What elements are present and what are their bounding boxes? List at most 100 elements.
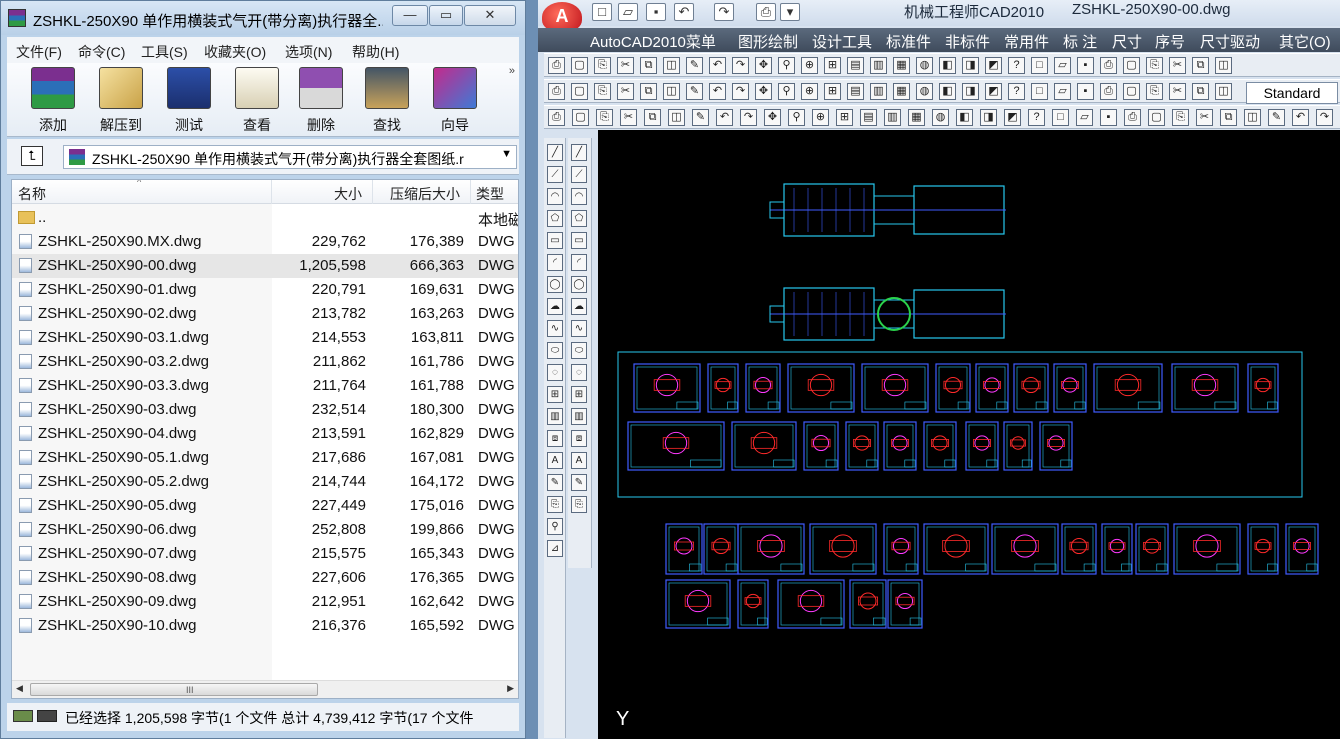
layers-tool-18-icon[interactable]: ◧ (956, 109, 973, 126)
standard-tool-2-icon[interactable]: ▢ (571, 57, 588, 74)
layers-tool-13-icon[interactable]: ⊞ (836, 109, 853, 126)
properties-tool-4-icon[interactable]: ✂ (617, 83, 634, 100)
layers-tool-31-icon[interactable]: ✎ (1268, 109, 1285, 126)
standard-tool-25-icon[interactable]: ⎙ (1100, 57, 1117, 74)
print-icon[interactable]: ⎙ (756, 3, 776, 21)
standard-tool-5-icon[interactable]: ⧉ (640, 57, 657, 74)
modify-tool-11-icon[interactable]: ◌ (571, 364, 587, 381)
file-row[interactable]: ZSHKL-250X90-03.3.dwg 211,764 161,788 DWG (12, 374, 518, 398)
properties-tool-7-icon[interactable]: ✎ (686, 83, 703, 100)
draw-tool-6-icon[interactable]: ◜ (547, 254, 563, 271)
properties-tool-11-icon[interactable]: ⚲ (778, 83, 795, 100)
wizard-button[interactable]: 向导 (423, 65, 487, 135)
draw-tool-12-icon[interactable]: ⊞ (547, 386, 563, 403)
properties-tool-15-icon[interactable]: ▥ (870, 83, 887, 100)
file-row[interactable]: ZSHKL-250X90.MX.dwg 229,762 176,389 DWG (12, 230, 518, 254)
standard-tool-14-icon[interactable]: ▤ (847, 57, 864, 74)
open-folder-icon[interactable]: ▱ (618, 3, 638, 21)
column-header-name[interactable]: 名称 (18, 184, 46, 204)
add-button[interactable]: 添加 (21, 65, 85, 135)
properties-tool-25-icon[interactable]: ⎙ (1100, 83, 1117, 100)
properties-tool-17-icon[interactable]: ◍ (916, 83, 933, 100)
column-header-size[interactable]: 大小 (334, 184, 362, 204)
standard-tool-26-icon[interactable]: ▢ (1123, 57, 1140, 74)
test-button[interactable]: 测试 (157, 65, 221, 135)
draw-tool-4-icon[interactable]: ⬠ (547, 210, 563, 227)
menu-size[interactable]: 尺寸 (1112, 31, 1142, 52)
properties-tool-30-icon[interactable]: ◫ (1215, 83, 1232, 100)
menu-standard-parts[interactable]: 标准件 (886, 31, 931, 52)
file-list[interactable]: 名称 ^ 大小 压缩后大小 类型 .. 本地磁 ZSHKL-250X90.MX.dw… (11, 179, 519, 699)
properties-tool-8-icon[interactable]: ↶ (709, 83, 726, 100)
properties-tool-14-icon[interactable]: ▤ (847, 83, 864, 100)
redo-icon[interactable]: ↷ (714, 3, 734, 21)
properties-tool-28-icon[interactable]: ✂ (1169, 83, 1186, 100)
standard-tool-3-icon[interactable]: ⎘ (594, 57, 611, 74)
standard-tool-10-icon[interactable]: ✥ (755, 57, 772, 74)
properties-tool-22-icon[interactable]: □ (1031, 83, 1048, 100)
standard-tool-6-icon[interactable]: ◫ (663, 57, 680, 74)
layers-tool-24-icon[interactable]: ▪ (1100, 109, 1117, 126)
layers-tool-11-icon[interactable]: ⚲ (788, 109, 805, 126)
standard-tool-21-icon[interactable]: ? (1008, 57, 1025, 74)
standard-tool-4-icon[interactable]: ✂ (617, 57, 634, 74)
scrollbar-thumb[interactable]: III (30, 683, 318, 696)
draw-tool-11-icon[interactable]: ◌ (547, 364, 563, 381)
layers-tool-26-icon[interactable]: ▢ (1148, 109, 1165, 126)
file-row[interactable]: ZSHKL-250X90-02.dwg 213,782 163,263 DWG (12, 302, 518, 326)
modify-tool-15-icon[interactable]: A (571, 452, 587, 469)
draw-tool-14-icon[interactable]: ⧈ (547, 430, 563, 447)
properties-tool-23-icon[interactable]: ▱ (1054, 83, 1071, 100)
layers-tool-2-icon[interactable]: ▢ (572, 109, 589, 126)
maximize-button[interactable]: ▭ (429, 5, 463, 26)
standard-tool-12-icon[interactable]: ⊕ (801, 57, 818, 74)
modify-tool-2-icon[interactable]: ⟋ (571, 166, 587, 183)
text-style-dropdown[interactable]: Standard (1246, 82, 1338, 104)
layers-tool-14-icon[interactable]: ▤ (860, 109, 877, 126)
menu-tools[interactable]: 工具(S) (141, 42, 188, 62)
draw-tool-3-icon[interactable]: ◠ (547, 188, 563, 205)
new-file-icon[interactable]: □ (592, 3, 612, 21)
standard-tool-29-icon[interactable]: ⧉ (1192, 57, 1209, 74)
properties-tool-20-icon[interactable]: ◩ (985, 83, 1002, 100)
file-row[interactable]: ZSHKL-250X90-03.2.dwg 211,862 161,786 DWG (12, 350, 518, 374)
draw-tool-15-icon[interactable]: A (547, 452, 563, 469)
properties-tool-9-icon[interactable]: ↷ (732, 83, 749, 100)
file-row[interactable]: ZSHKL-250X90-01.dwg 220,791 169,631 DWG (12, 278, 518, 302)
draw-tool-9-icon[interactable]: ∿ (547, 320, 563, 337)
properties-tool-29-icon[interactable]: ⧉ (1192, 83, 1209, 100)
layers-tool-20-icon[interactable]: ◩ (1004, 109, 1021, 126)
layers-tool-15-icon[interactable]: ▥ (884, 109, 901, 126)
save-icon[interactable]: ▪ (646, 3, 666, 21)
menu-favorites[interactable]: 收藏夹(O) (204, 42, 266, 62)
draw-tool-8-icon[interactable]: ☁ (547, 298, 563, 315)
file-row[interactable]: ZSHKL-250X90-04.dwg 213,591 162,829 DWG (12, 422, 518, 446)
file-row[interactable]: ZSHKL-250X90-05.2.dwg 214,744 164,172 DWG (12, 470, 518, 494)
standard-tool-16-icon[interactable]: ▦ (893, 57, 910, 74)
layers-tool-28-icon[interactable]: ✂ (1196, 109, 1213, 126)
layers-tool-5-icon[interactable]: ⧉ (644, 109, 661, 126)
modify-tool-4-icon[interactable]: ⬠ (571, 210, 587, 227)
properties-tool-21-icon[interactable]: ? (1008, 83, 1025, 100)
modify-tool-10-icon[interactable]: ⬭ (571, 342, 587, 359)
layers-tool-16-icon[interactable]: ▦ (908, 109, 925, 126)
menu-dimension-label[interactable]: 标 注 (1063, 31, 1097, 52)
modify-tool-16-icon[interactable]: ✎ (571, 474, 587, 491)
draw-tool-10-icon[interactable]: ⬭ (547, 342, 563, 359)
layers-tool-25-icon[interactable]: ⎙ (1124, 109, 1141, 126)
standard-tool-17-icon[interactable]: ◍ (916, 57, 933, 74)
modify-tool-7-icon[interactable]: ◯ (571, 276, 587, 293)
find-button[interactable]: 查找 (355, 65, 419, 135)
standard-tool-8-icon[interactable]: ↶ (709, 57, 726, 74)
layers-tool-29-icon[interactable]: ⧉ (1220, 109, 1237, 126)
standard-tool-19-icon[interactable]: ◨ (962, 57, 979, 74)
properties-tool-6-icon[interactable]: ◫ (663, 83, 680, 100)
file-row[interactable]: ZSHKL-250X90-09.dwg 212,951 162,642 DWG (12, 590, 518, 614)
properties-tool-19-icon[interactable]: ◨ (962, 83, 979, 100)
menu-common-parts[interactable]: 常用件 (1004, 31, 1049, 52)
horizontal-scrollbar[interactable]: ◀ III ▶ (12, 680, 518, 698)
scroll-right-icon[interactable]: ▶ (507, 683, 514, 694)
layers-tool-23-icon[interactable]: ▱ (1076, 109, 1093, 126)
menu-other[interactable]: 其它(O) (1279, 31, 1331, 52)
standard-tool-20-icon[interactable]: ◩ (985, 57, 1002, 74)
